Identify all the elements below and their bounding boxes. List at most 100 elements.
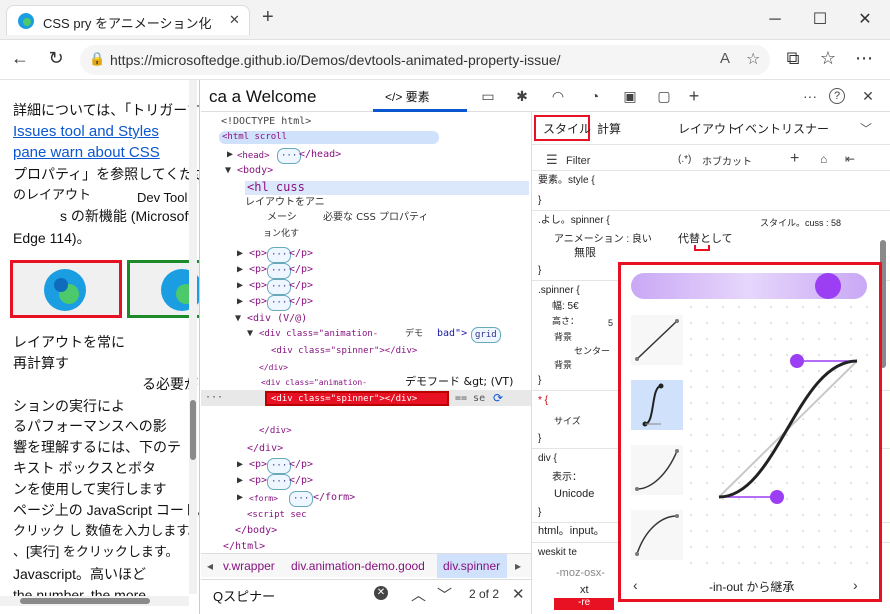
bezier-handle-1[interactable] — [770, 490, 784, 504]
div-node[interactable]: <div (V/@) — [247, 312, 307, 326]
p-node[interactable]: <p> — [249, 458, 267, 472]
network-wifi-icon[interactable]: ◠ — [547, 86, 569, 106]
clear-search-icon[interactable]: ✕ — [374, 586, 388, 600]
back-icon[interactable]: ← — [8, 48, 32, 69]
easing-preset-ease-in-out[interactable] — [631, 380, 683, 430]
selected-spinner-node[interactable]: <div class="spinner"></div> — [265, 391, 449, 406]
styles-filter-input[interactable]: Filter — [566, 155, 590, 167]
page-hscroll-thumb[interactable] — [20, 598, 150, 604]
style-property[interactable]: 背景 — [554, 330, 572, 344]
sidebar-toggle-icon[interactable]: ⇤ — [845, 152, 855, 166]
lock-icon[interactable]: 🔒 — [89, 51, 105, 67]
style-value[interactable]: Unicode — [554, 487, 594, 501]
form-node[interactable]: <form> — [249, 492, 278, 506]
script-node[interactable]: <script sec — [247, 508, 307, 522]
p-node[interactable]: <p> — [249, 263, 267, 277]
tab-styles[interactable]: スタイル — [543, 120, 591, 137]
expand-p-icon[interactable]: ▶ — [237, 458, 243, 472]
expand-p-icon[interactable]: ▶ — [237, 263, 243, 277]
doctype-node[interactable]: <!DOCTYPE html> — [221, 115, 311, 129]
spinner-node[interactable]: <div class="spinner"></div> — [271, 344, 417, 358]
ellipsis-badge[interactable]: ··· — [267, 295, 292, 311]
expand-head-icon[interactable]: ▶ — [227, 148, 233, 162]
new-tab-button[interactable]: + — [262, 6, 274, 29]
moz-property[interactable]: -moz-osx- — [556, 566, 605, 580]
breadcrumb-scroll-right-icon[interactable]: ▸ — [515, 559, 521, 573]
read-aloud-icon[interactable]: A — [720, 50, 730, 67]
tab-layout[interactable]: レイアウト — [678, 120, 738, 137]
html-node[interactable]: <html scroll — [222, 130, 287, 144]
rule-selector[interactable]: div { — [538, 452, 557, 466]
close-devtools-icon[interactable]: ✕ — [857, 86, 879, 106]
breadcrumb-item-selected[interactable]: div.spinner — [443, 559, 500, 573]
new-rule-icon[interactable]: + — [790, 150, 799, 168]
close-tab-icon[interactable]: ✕ — [229, 12, 240, 28]
page-scroll-thumb[interactable] — [190, 400, 196, 460]
easing-preset-ease-in[interactable] — [631, 445, 683, 495]
row-more-icon[interactable]: ··· — [205, 391, 223, 405]
elements-tab[interactable]: </> 要素 — [385, 88, 430, 105]
console-icon[interactable]: ▭ — [477, 86, 499, 106]
refresh-icon[interactable]: ↻ — [44, 48, 68, 69]
find-input[interactable]: Qスピナー — [213, 586, 275, 605]
help-icon[interactable]: ? — [829, 88, 845, 104]
ellipsis-badge[interactable]: ··· — [267, 247, 292, 263]
body-node[interactable]: <body> — [237, 164, 273, 178]
style-value[interactable]: 無限 — [574, 246, 596, 260]
favorites-icon[interactable]: ☆ — [816, 48, 840, 69]
expand-form-icon[interactable]: ▶ — [237, 491, 243, 505]
close-window-button[interactable]: ✕ — [850, 8, 880, 32]
grid-badge[interactable]: grid — [471, 327, 501, 343]
p-node[interactable]: <p> — [249, 295, 267, 309]
tab-computed[interactable]: 計算 — [597, 120, 621, 137]
expand-p-icon[interactable]: ▶ — [237, 474, 243, 488]
welcome-tab[interactable]: ca a Welcome — [209, 87, 316, 107]
application-icon[interactable]: ▢ — [653, 86, 675, 106]
style-property[interactable]: 幅: 5€ — [552, 300, 579, 314]
collapse-div-icon[interactable]: ▼ — [247, 327, 253, 341]
collapse-div-icon[interactable]: ▼ — [235, 312, 241, 326]
expand-p-icon[interactable]: ▶ — [237, 279, 243, 293]
animation-icon[interactable]: ⟳ — [493, 391, 503, 405]
ellipsis-badge[interactable]: ··· — [289, 491, 314, 507]
ellipsis-badge[interactable]: ··· — [267, 458, 292, 474]
issues-link[interactable]: Issues tool and Styles — [13, 122, 159, 142]
rule-source-link[interactable]: スタイル。cuss : 58 — [760, 216, 841, 230]
memory-chip-icon[interactable]: ▣ — [619, 86, 641, 106]
close-find-icon[interactable]: ✕ — [512, 585, 525, 603]
easing-swatch-highlight[interactable] — [694, 245, 710, 251]
paint-brush-icon[interactable]: ⌂ — [820, 152, 827, 166]
hover-state-toggle[interactable]: (.*) — [678, 154, 691, 165]
find-previous-icon[interactable]: ︿ — [411, 584, 426, 605]
styles-link[interactable]: pane warn about CSS — [13, 143, 160, 163]
animation-good-node[interactable]: <div class="animation- — [261, 376, 367, 390]
easing-next-icon[interactable]: › — [853, 577, 858, 593]
settings-more-icon[interactable]: ⋯ — [852, 48, 876, 69]
ellipsis-badge[interactable]: ··· — [277, 148, 302, 164]
ellipsis-badge[interactable]: ··· — [267, 263, 292, 279]
find-next-icon[interactable]: ﹀ — [437, 584, 452, 605]
rule-selector[interactable]: .spinner { — [538, 284, 580, 298]
head-node[interactable]: <head> — [237, 149, 270, 163]
rule-selector[interactable]: * { — [538, 394, 548, 408]
easing-preset-ease-out[interactable] — [631, 510, 683, 560]
more-tabs-chevron-icon[interactable]: ﹀ — [860, 120, 872, 137]
style-property[interactable]: アニメーション : 良い — [554, 233, 652, 247]
bezier-handle-2[interactable] — [790, 354, 804, 368]
favorite-star-icon[interactable]: ☆ — [746, 49, 760, 69]
rule-selector[interactable]: .よし。spinner { — [538, 214, 610, 228]
page-vertical-scrollbar[interactable] — [189, 80, 197, 594]
expand-p-icon[interactable]: ▶ — [237, 295, 243, 309]
p-node[interactable]: <p> — [249, 247, 267, 261]
style-property[interactable]: 高さ： — [552, 314, 579, 328]
style-value[interactable]: 代替として — [678, 232, 733, 246]
style-value[interactable]: センター — [574, 344, 610, 358]
extensions-icon[interactable]: ⧉ — [781, 48, 805, 69]
address-bar[interactable]: 🔒 https://microsoftedge.github.io/Demos/… — [80, 45, 770, 75]
p-node[interactable]: <p> — [249, 279, 267, 293]
sources-bug-icon[interactable]: ✱ — [511, 86, 533, 106]
class-toggle[interactable]: ホブカット — [702, 153, 752, 168]
style-property[interactable]: 背景 — [554, 358, 572, 372]
performance-icon[interactable]: ◔ — [584, 86, 606, 106]
maximize-button[interactable]: ☐ — [805, 8, 835, 32]
